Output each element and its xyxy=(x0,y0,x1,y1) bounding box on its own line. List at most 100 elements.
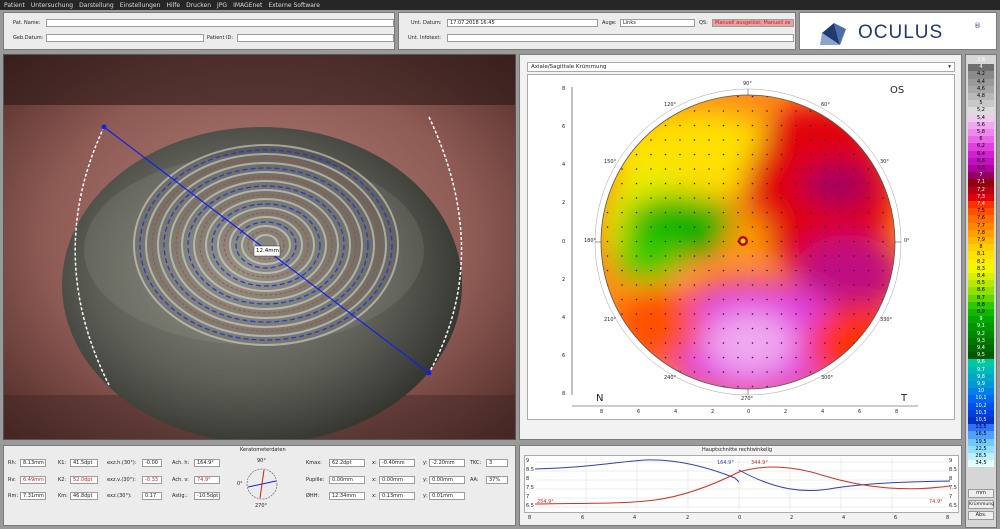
scale-cell: 4,4 xyxy=(968,78,994,86)
profile-right-tick-8-5: 8.5 xyxy=(949,467,957,473)
scale-cell: 5 xyxy=(968,100,994,108)
scale-cell: 13,5 xyxy=(968,424,994,432)
scale-cell: 7,9 xyxy=(968,237,994,245)
color-scale[interactable]: 3,8 4 4,2 4,4 4,6 4,8 5 5,2 5,4 5,6 5,8 6 6,2 6,4 6,6 6… xyxy=(968,57,994,469)
absolute-button[interactable]: Abs. xyxy=(968,511,994,520)
patient-id-field[interactable] xyxy=(237,34,394,42)
rv-value: 6.49mm xyxy=(20,476,46,484)
scale-cell: 8,7 xyxy=(968,294,994,302)
unit-button[interactable]: mm xyxy=(968,489,994,498)
rm-label: Rm: xyxy=(8,493,19,499)
kmax-label: Kmax: xyxy=(306,460,322,466)
scale-cell: 10,1 xyxy=(968,395,994,403)
topography-map[interactable]: 90° 60° 30° 0° 330° 300° 270° 240° 210° … xyxy=(527,74,955,420)
tkc-label: TKC: xyxy=(470,460,482,466)
angle-120: 120° xyxy=(664,102,677,108)
rh-value: 8.13mm xyxy=(20,459,46,467)
topography-svg xyxy=(571,87,918,407)
scale-cell: 8,5 xyxy=(968,280,994,288)
profile-x-tick-2-right: 2 xyxy=(790,515,794,521)
blue-axis-label: 164.9° xyxy=(717,460,734,466)
scale-cell: 8,9 xyxy=(968,309,994,317)
menu-darstellung[interactable]: Darstellung xyxy=(79,2,114,9)
scale-cell: 8,4 xyxy=(968,273,994,281)
scale-cell: 7,2 xyxy=(968,186,994,194)
eye-image-panel[interactable]: 12.4mm xyxy=(3,54,516,440)
y-tick-8-bottom: 8 xyxy=(562,391,566,397)
y-tick-4-bottom: 4 xyxy=(562,315,566,321)
profile-chart[interactable]: 9 8.5 8 7.5 7 6.5 9 8.5 8 7.5 7 6.5 164.… xyxy=(524,455,959,513)
scale-cell: 22,5 xyxy=(968,445,994,453)
aa-label: AA: xyxy=(470,477,479,483)
achh-value: 164.9° xyxy=(194,459,220,467)
scale-cell: 7,3 xyxy=(968,193,994,201)
info-text-field[interactable] xyxy=(447,34,794,42)
pupille-label: Pupille: xyxy=(306,477,325,483)
map-type-dropdown[interactable]: Axiale/Sagittale Krümmung ▾ xyxy=(527,62,955,72)
angle-150: 150° xyxy=(604,159,617,165)
topography-panel: Axiale/Sagittale Krümmung ▾ 90° 60° 30° … xyxy=(519,54,962,440)
menu-hilfe[interactable]: Hilfe xyxy=(166,2,180,9)
angle-270: 270° xyxy=(741,396,754,402)
scale-cell: 6,4 xyxy=(968,150,994,158)
curvature-button[interactable]: Krümmung xyxy=(968,500,994,509)
scale-cell: 9,3 xyxy=(968,337,994,345)
temporal-label: T xyxy=(901,393,908,404)
scale-cell: 3,8 xyxy=(968,57,994,65)
x3-value: 0.13mm xyxy=(379,492,415,500)
menu-externe-software[interactable]: Externe Software xyxy=(268,2,320,9)
pupille-value: 0.00mm xyxy=(329,476,365,484)
menu-einstellungen[interactable]: Einstellungen xyxy=(120,2,161,9)
profile-x-tick-6-left: 6 xyxy=(581,515,585,521)
angle-240: 240° xyxy=(664,375,677,381)
y-tick-4-top: 4 xyxy=(562,162,566,168)
angle-300: 300° xyxy=(821,375,834,381)
rv-label: Rv: xyxy=(8,477,16,483)
qs-field[interactable]: Manuell ausgelöst; Manuell ze xyxy=(712,19,794,27)
profile-x-tick-0: 0 xyxy=(738,515,742,521)
eye-label: Auge: xyxy=(602,20,617,26)
angle-210: 210° xyxy=(604,317,617,323)
measurement-label: 12.4mm xyxy=(256,248,279,254)
profile-y-tick-9: 9 xyxy=(526,458,530,464)
qs-label: QS: xyxy=(699,20,708,26)
exam-date-field[interactable]: 17.07.2018 16:45 xyxy=(447,19,598,27)
profile-right-tick-8: 8 xyxy=(949,476,953,482)
y-tick-8-top: 8 xyxy=(562,86,566,92)
patient-name-label: Pat. Name: xyxy=(13,20,41,26)
profile-x-tick-2-left: 2 xyxy=(686,515,690,521)
map-type-value: Axiale/Sagittale Krümmung xyxy=(531,64,607,70)
scale-cell: 9,5 xyxy=(968,352,994,360)
scale-cell: 6,6 xyxy=(968,157,994,165)
aa-value: 37% xyxy=(486,476,508,484)
angle-90: 90° xyxy=(743,81,752,87)
scale-cell: 7,6 xyxy=(968,215,994,223)
mini-270-label: 270° xyxy=(255,503,268,509)
x-tick-8-left: 8 xyxy=(600,409,604,415)
scale-cell: 6,8 xyxy=(968,165,994,173)
patient-name-field[interactable] xyxy=(46,19,394,27)
birth-date-field[interactable] xyxy=(46,34,204,42)
menu-patient[interactable]: Patient xyxy=(4,2,25,9)
profile-y-tick-8: 8 xyxy=(526,476,530,482)
profile-x-tick-4-left: 4 xyxy=(633,515,637,521)
menu-drucken[interactable]: Drucken xyxy=(186,2,211,9)
eye-field[interactable]: Links xyxy=(620,19,695,27)
menu-imagenet[interactable]: IMAGEnet xyxy=(233,2,262,9)
menu-untersuchung[interactable]: Untersuchung xyxy=(31,2,73,9)
scale-cell: 9,1 xyxy=(968,323,994,331)
menu-jpg[interactable]: JPG xyxy=(217,2,227,9)
profile-x-tick-8-right: 8 xyxy=(946,515,950,521)
angle-60: 60° xyxy=(821,102,830,108)
red-axis-label-right: 74.9° xyxy=(929,499,943,505)
k2-value: 52.0dpt xyxy=(70,476,98,484)
scale-cell: 5,2 xyxy=(968,107,994,115)
profile-y-tick-7-5: 7.5 xyxy=(526,485,534,491)
scale-cell: 28,5 xyxy=(968,453,994,461)
scale-cell: 4 xyxy=(968,64,994,72)
x-tick-2-left: 2 xyxy=(711,409,715,415)
scale-cell: 8,3 xyxy=(968,265,994,273)
exzh-value: -0.00 xyxy=(142,459,162,467)
profile-x-tick-6-right: 6 xyxy=(894,515,898,521)
scale-cell: 16,5 xyxy=(968,431,994,439)
